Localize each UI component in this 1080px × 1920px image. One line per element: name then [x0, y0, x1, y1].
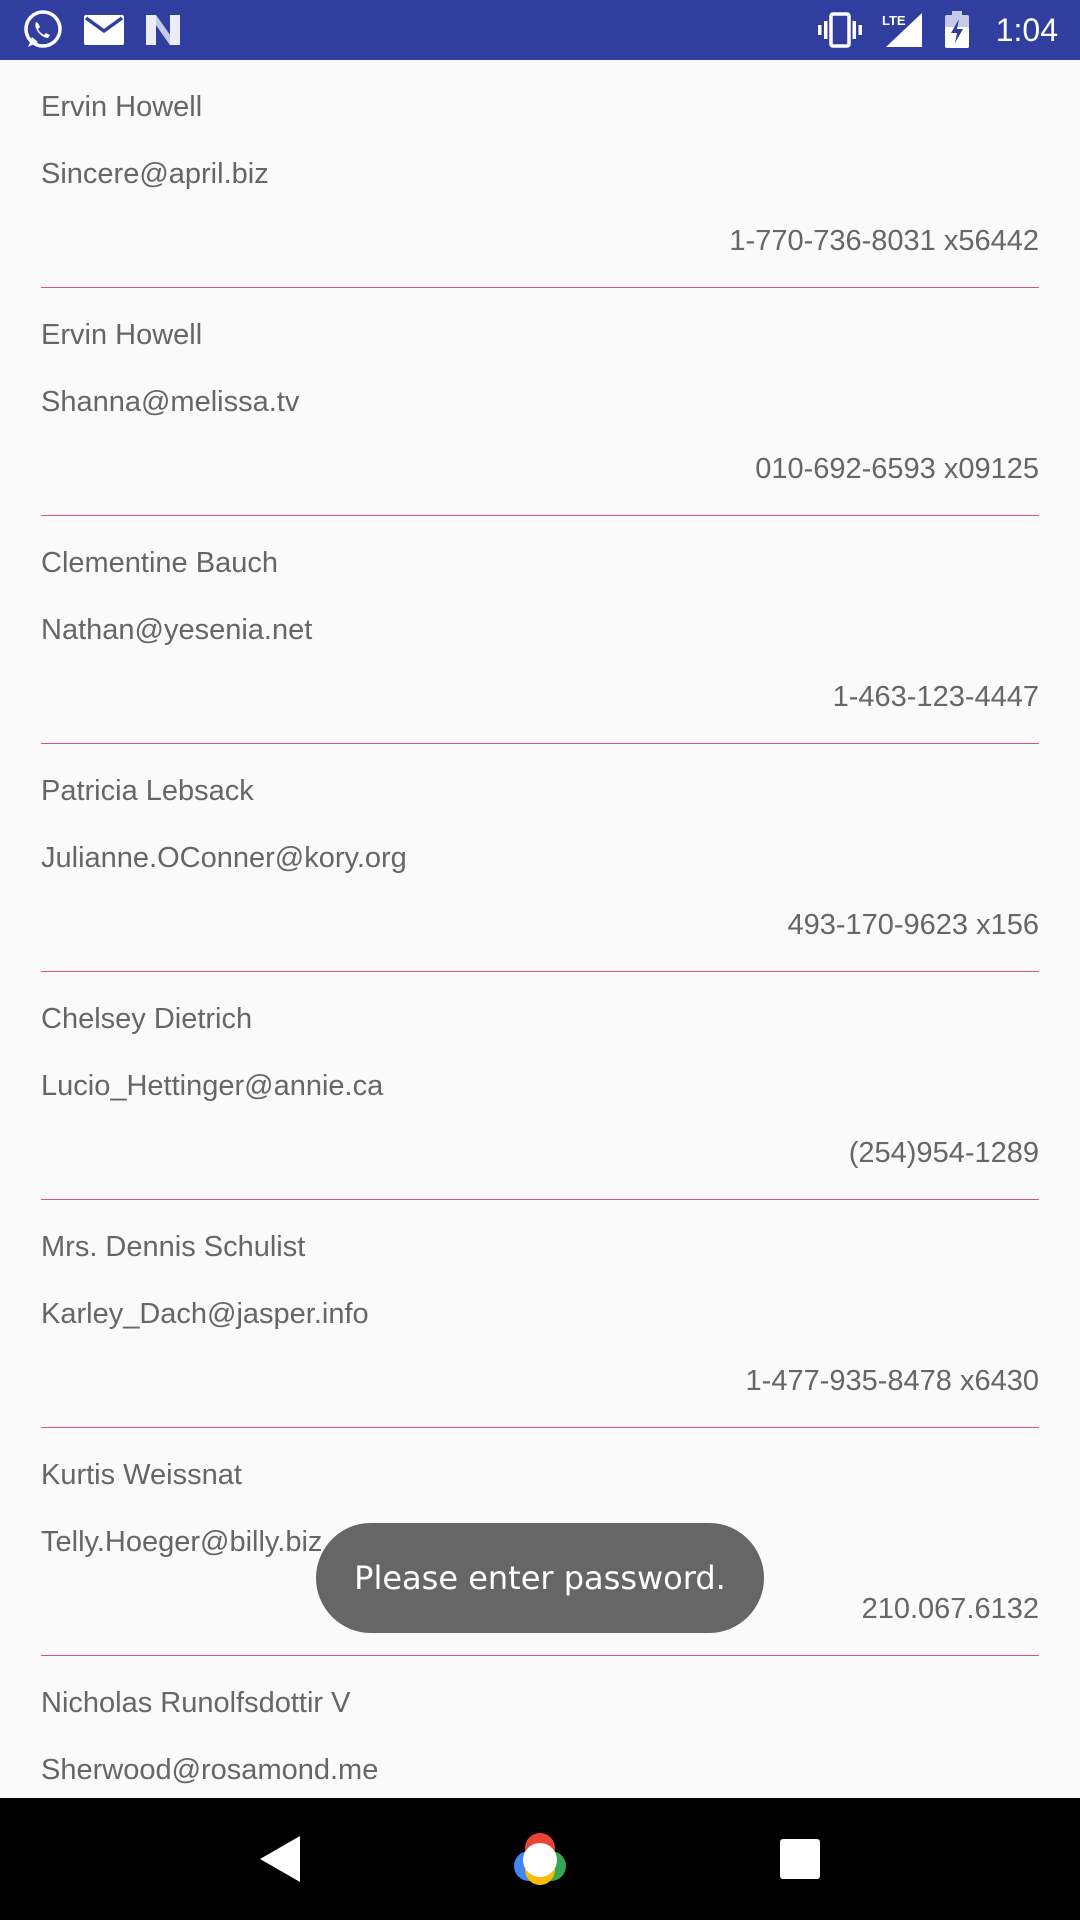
home-button[interactable] [495, 1814, 585, 1904]
back-button[interactable] [235, 1814, 325, 1904]
contact-name: Mrs. Dennis Schulist [41, 1231, 306, 1263]
recents-icon [780, 1839, 820, 1879]
vibrate-icon [817, 12, 862, 48]
list-item[interactable]: Nicholas Runolfsdottir V Sherwood@rosamo… [41, 1656, 1039, 1798]
home-icon [514, 1833, 566, 1885]
contact-name: Kurtis Weissnat [41, 1459, 242, 1491]
notification-icons [22, 9, 182, 51]
contact-email: Shanna@melissa.tv [41, 386, 300, 418]
contact-name: Patricia Lebsack [41, 775, 254, 807]
contact-email: Telly.Hoeger@billy.biz [41, 1526, 323, 1558]
contact-email: Lucio_Hettinger@annie.ca [41, 1070, 384, 1102]
contact-email: Karley_Dach@jasper.info [41, 1298, 369, 1330]
contact-phone: 493-170-9623 x156 [787, 909, 1039, 941]
contact-phone: 210.067.6132 [861, 1593, 1039, 1625]
system-icons: LTE 1:04 [817, 11, 1058, 49]
list-item[interactable]: Ervin Howell Shanna@melissa.tv 010-692-6… [41, 288, 1039, 516]
list-item[interactable]: Patricia Lebsack Julianne.OConner@kory.o… [41, 744, 1039, 972]
contact-name: Nicholas Runolfsdottir V [41, 1687, 351, 1719]
mail-icon [84, 15, 124, 45]
contact-email: Sincere@april.biz [41, 158, 269, 190]
contact-email: Julianne.OConner@kory.org [41, 842, 407, 874]
recents-button[interactable] [755, 1814, 845, 1904]
contact-phone: 1-477-935-8478 x6430 [745, 1365, 1039, 1397]
n-app-icon [144, 13, 182, 47]
back-icon [260, 1836, 300, 1882]
contact-email: Nathan@yesenia.net [41, 614, 313, 646]
battery-charging-icon [944, 11, 970, 49]
status-bar: LTE 1:04 [0, 0, 1080, 60]
contact-name: Ervin Howell [41, 319, 203, 351]
contact-phone: (254)954-1289 [848, 1137, 1039, 1169]
list-item[interactable]: Chelsey Dietrich Lucio_Hettinger@annie.c… [41, 972, 1039, 1200]
contact-email: Sherwood@rosamond.me [41, 1754, 379, 1786]
contact-phone: 1-770-736-8031 x56442 [729, 225, 1039, 257]
toast-text: Please enter password. [354, 1559, 726, 1597]
network-label: LTE [882, 13, 906, 28]
contact-phone: 010-692-6593 x09125 [755, 453, 1039, 485]
lte-signal-icon: LTE [882, 11, 924, 49]
contact-phone: 1-463-123-4447 [832, 681, 1039, 713]
toast-message: Please enter password. [316, 1523, 764, 1633]
list-item[interactable]: Ervin Howell Sincere@april.biz 1-770-736… [41, 60, 1039, 288]
contact-name: Ervin Howell [41, 91, 203, 123]
contact-name: Clementine Bauch [41, 547, 278, 579]
clock: 1:04 [995, 11, 1058, 48]
whatsapp-icon [22, 9, 64, 51]
navigation-bar [0, 1798, 1080, 1920]
contact-name: Chelsey Dietrich [41, 1003, 253, 1035]
list-item[interactable]: Mrs. Dennis Schulist Karley_Dach@jasper.… [41, 1200, 1039, 1428]
list-item[interactable]: Clementine Bauch Nathan@yesenia.net 1-46… [41, 516, 1039, 744]
